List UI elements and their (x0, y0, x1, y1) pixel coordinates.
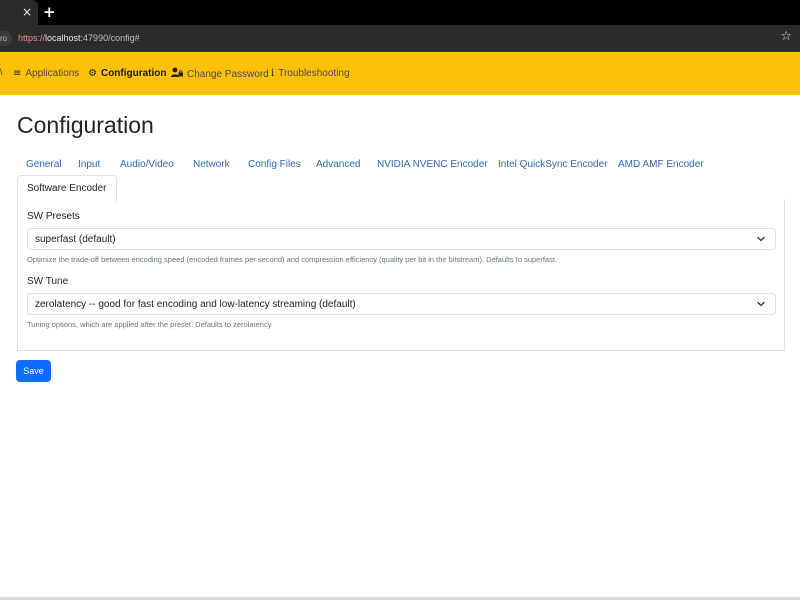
nav-label: Change Password (187, 68, 269, 80)
close-tab-icon[interactable]: × (22, 5, 32, 19)
list-icon: ≡ (13, 68, 22, 79)
nav-troubleshooting[interactable]: i Troubleshooting (271, 67, 350, 80)
sw-presets-select[interactable]: superfast (default) (27, 228, 776, 250)
sw-presets-label: SW Presets (27, 211, 80, 222)
software-encoder-panel: SW Presets superfast (default) Optimize … (17, 199, 785, 351)
url-host: localhost (45, 33, 81, 43)
tab-audio-video[interactable]: Audio/Video (120, 158, 174, 171)
nav-configuration[interactable]: ⚙ Configuration (88, 67, 167, 80)
sw-tune-select[interactable]: zerolatency -- good for fast encoding an… (27, 293, 776, 315)
site-info-chip[interactable]: ro (0, 31, 12, 46)
info-icon: i (271, 68, 275, 79)
chevron-down-icon (757, 236, 765, 242)
tab-general[interactable]: General (26, 158, 62, 171)
new-tab-button[interactable]: + (43, 3, 56, 21)
gear-icon: ⚙ (88, 68, 97, 79)
tab-amd-amf-encoder[interactable]: AMD AMF Encoder (618, 158, 704, 171)
page-title: Configuration (17, 112, 154, 138)
sw-presets-value: superfast (default) (35, 234, 116, 245)
tab-config-files[interactable]: Config Files (248, 158, 301, 171)
nav-label: Applications (25, 68, 80, 79)
browser-tabstrip: × + (0, 0, 800, 25)
user-lock-icon (171, 67, 183, 81)
sw-tune-help: Tuning options, which are applied after … (27, 320, 273, 329)
star-icon[interactable]: ☆ (780, 29, 792, 44)
config-tabs: General Input Audio/Video Network Config… (17, 152, 785, 203)
url-field[interactable]: https://localhost:47990/config# (18, 31, 140, 45)
sw-tune-value: zerolatency -- good for fast encoding an… (35, 299, 356, 310)
url-path: :47990/config# (80, 33, 140, 43)
browser-addressbar: ro https://localhost:47990/config# ☆ (0, 25, 800, 52)
tab-network[interactable]: Network (193, 158, 230, 171)
nav-applications[interactable]: ≡ Applications (13, 67, 79, 80)
url-scheme: https:// (18, 33, 46, 43)
sw-presets-help: Optimize the trade-off between encoding … (27, 255, 558, 264)
navbar-brand-fragment[interactable]: \ (0, 67, 3, 77)
nav-label: Configuration (100, 68, 167, 79)
app-navbar: \ ≡ Applications ⚙ Configuration Change … (0, 52, 800, 95)
browser-tab[interactable]: × (0, 0, 38, 25)
save-button[interactable]: Save (16, 360, 51, 382)
tab-input[interactable]: Input (78, 158, 100, 171)
chevron-down-icon (757, 301, 765, 307)
sw-tune-label: SW Tune (27, 276, 69, 287)
tab-nvidia-nvenc-encoder[interactable]: NVIDIA NVENC Encoder (377, 158, 488, 171)
nav-change-password[interactable]: Change Password (171, 67, 269, 81)
nav-label: Troubleshooting (278, 68, 350, 79)
tab-intel-quicksync-encoder[interactable]: Intel QuickSync Encoder (498, 158, 608, 171)
tab-advanced[interactable]: Advanced (316, 158, 360, 171)
